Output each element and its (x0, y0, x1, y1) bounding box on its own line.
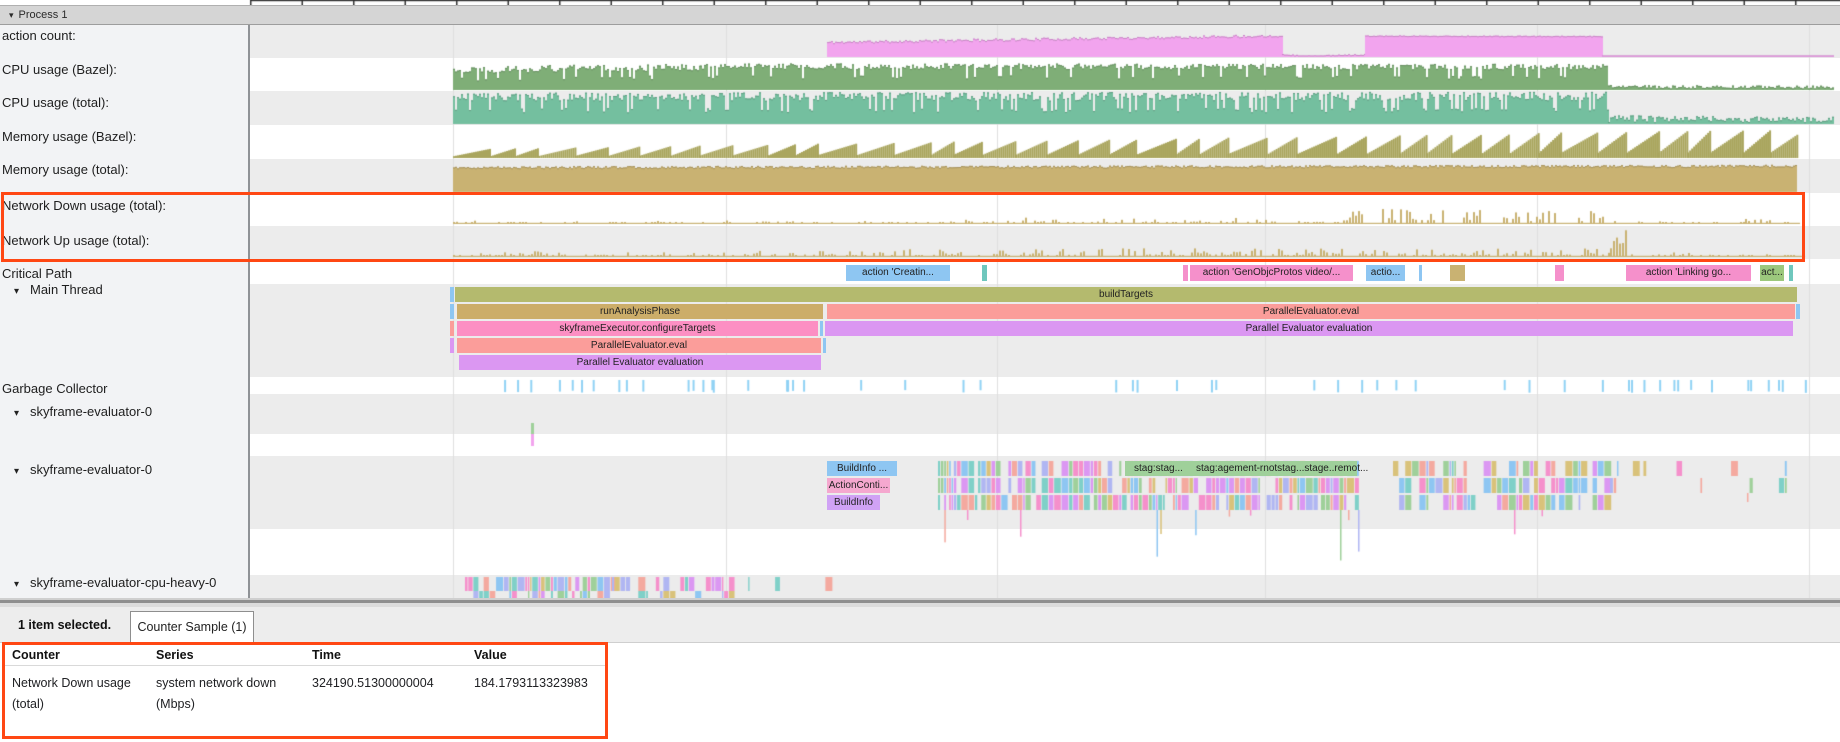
trace-slice[interactable] (450, 304, 454, 319)
trace-slice[interactable]: ParallelEvaluator.eval (827, 304, 1795, 319)
slice-label: Parallel Evaluator evaluation (459, 355, 821, 370)
expand-arrow-icon[interactable]: ▾ (14, 579, 30, 590)
trace-slice[interactable] (450, 287, 454, 302)
track-label-text: skyframe-evaluator-cpu-heavy-0 (30, 575, 216, 590)
panel-divider[interactable] (0, 598, 1840, 607)
trace-slice[interactable]: ActionConti... (827, 478, 890, 493)
details-panel-header: 1 item selected. Counter Sample (1) (0, 607, 1840, 643)
trace-slice[interactable] (1796, 304, 1800, 319)
slice-label: BuildInfo ... (827, 461, 897, 476)
trace-slice[interactable] (450, 338, 454, 353)
track-label-text: skyframe-evaluator-0 (30, 404, 152, 419)
slice-label: action 'GenObjcProtos video/... (1190, 265, 1353, 281)
slice-label: ActionConti... (827, 478, 890, 493)
process-group-label: Process 1 (19, 9, 68, 21)
track-label[interactable]: ▾Main Thread (2, 282, 103, 297)
slice-label: ParallelEvaluator.eval (457, 338, 821, 353)
trace-viewer: action 'Creatin... action 'GenObjcProtos … (0, 0, 1840, 742)
expand-arrow-icon[interactable]: ▾ (14, 466, 30, 477)
trace-slice[interactable] (1419, 265, 1422, 281)
trace-slice[interactable] (450, 321, 454, 336)
trace-slice[interactable] (1555, 265, 1564, 281)
slice-label: buildTargets (455, 287, 1797, 302)
track-label-text: Memory usage (Bazel): (2, 129, 136, 144)
track-label-text: skyframe-evaluator-0 (30, 462, 152, 477)
trace-slice[interactable]: runAnalysisPhase (457, 304, 823, 319)
track-label[interactable]: CPU usage (Bazel): (2, 62, 117, 77)
trace-slice[interactable]: action 'Linking go... (1626, 265, 1751, 281)
track-label[interactable]: Memory usage (total): (2, 162, 128, 177)
slice-label: stag:agement-rnotstag...stage..remot... (1196, 461, 1368, 476)
slice-label: skyframeExecutor.configureTargets (457, 321, 818, 336)
trace-slice[interactable] (982, 265, 987, 281)
slice-label: stag:stag... (1134, 461, 1183, 476)
track-label-text: action count: (2, 28, 76, 43)
trace-slice[interactable]: skyframeExecutor.configureTargets (457, 321, 818, 336)
trace-slice[interactable] (1183, 265, 1188, 281)
track-label[interactable]: Garbage Collector (2, 381, 108, 396)
track-label[interactable]: Memory usage (Bazel): (2, 129, 136, 144)
track-label-text: Main Thread (30, 282, 103, 297)
expand-arrow-icon[interactable]: ▾ (14, 408, 30, 419)
trace-slice[interactable] (1450, 265, 1465, 281)
collapse-arrow-icon[interactable]: ▾ (9, 10, 14, 20)
trace-slice[interactable] (1789, 265, 1793, 281)
track-label[interactable]: ▾skyframe-evaluator-0 (2, 462, 152, 477)
track-label[interactable]: ▾skyframe-evaluator-cpu-heavy-0 (2, 575, 216, 590)
trace-slice[interactable]: Parallel Evaluator evaluation (459, 355, 821, 370)
track-label[interactable]: Critical Path (2, 266, 72, 281)
track-label-text: Critical Path (2, 266, 72, 281)
trace-slice[interactable]: Parallel Evaluator evaluation (825, 321, 1793, 336)
annotation-highlight-box (1, 192, 1805, 262)
expand-arrow-icon[interactable]: ▾ (14, 286, 30, 297)
trace-slice[interactable]: actio... (1366, 265, 1405, 281)
trace-slice[interactable] (820, 321, 823, 336)
slice-label: action 'Creatin... (846, 265, 950, 281)
slice-label: actio... (1366, 265, 1405, 281)
slice-label: Parallel Evaluator evaluation (825, 321, 1793, 336)
track-label-text: CPU usage (Bazel): (2, 62, 117, 77)
annotation-highlight-box (2, 642, 608, 739)
track-label[interactable]: ▾skyframe-evaluator-0 (2, 404, 152, 419)
tab-label: Counter Sample (1) (137, 620, 246, 634)
selection-status: 1 item selected. (18, 618, 111, 632)
trace-slice[interactable]: BuildInfo ... (827, 461, 897, 476)
track-name-sidebar: action count: CPU usage (Bazel): CPU usage… (0, 24, 250, 598)
trace-slice[interactable] (823, 338, 826, 353)
slice-label: runAnalysisPhase (457, 304, 823, 319)
track-label-text: CPU usage (total): (2, 95, 109, 110)
track-label[interactable]: CPU usage (total): (2, 95, 109, 110)
trace-slice[interactable]: action 'Creatin... (846, 265, 950, 281)
slice-label: action 'Linking go... (1626, 265, 1751, 281)
trace-slice[interactable]: buildTargets (455, 287, 1797, 302)
trace-slice[interactable]: BuildInfo (827, 495, 880, 510)
trace-slice[interactable]: action 'GenObjcProtos video/... (1190, 265, 1353, 281)
slice-label: BuildInfo (827, 495, 880, 510)
trace-slice[interactable]: ParallelEvaluator.eval (457, 338, 821, 353)
slice-label: act... (1760, 265, 1784, 281)
process-group-header[interactable]: ▾ Process 1 (0, 5, 1840, 25)
tab-counter-sample[interactable]: Counter Sample (1) (130, 611, 254, 643)
track-label-text: Memory usage (total): (2, 162, 128, 177)
slice-label: ParallelEvaluator.eval (827, 304, 1795, 319)
track-label-text: Garbage Collector (2, 381, 108, 396)
trace-slice[interactable]: act... (1760, 265, 1784, 281)
track-label[interactable]: action count: (2, 28, 76, 43)
